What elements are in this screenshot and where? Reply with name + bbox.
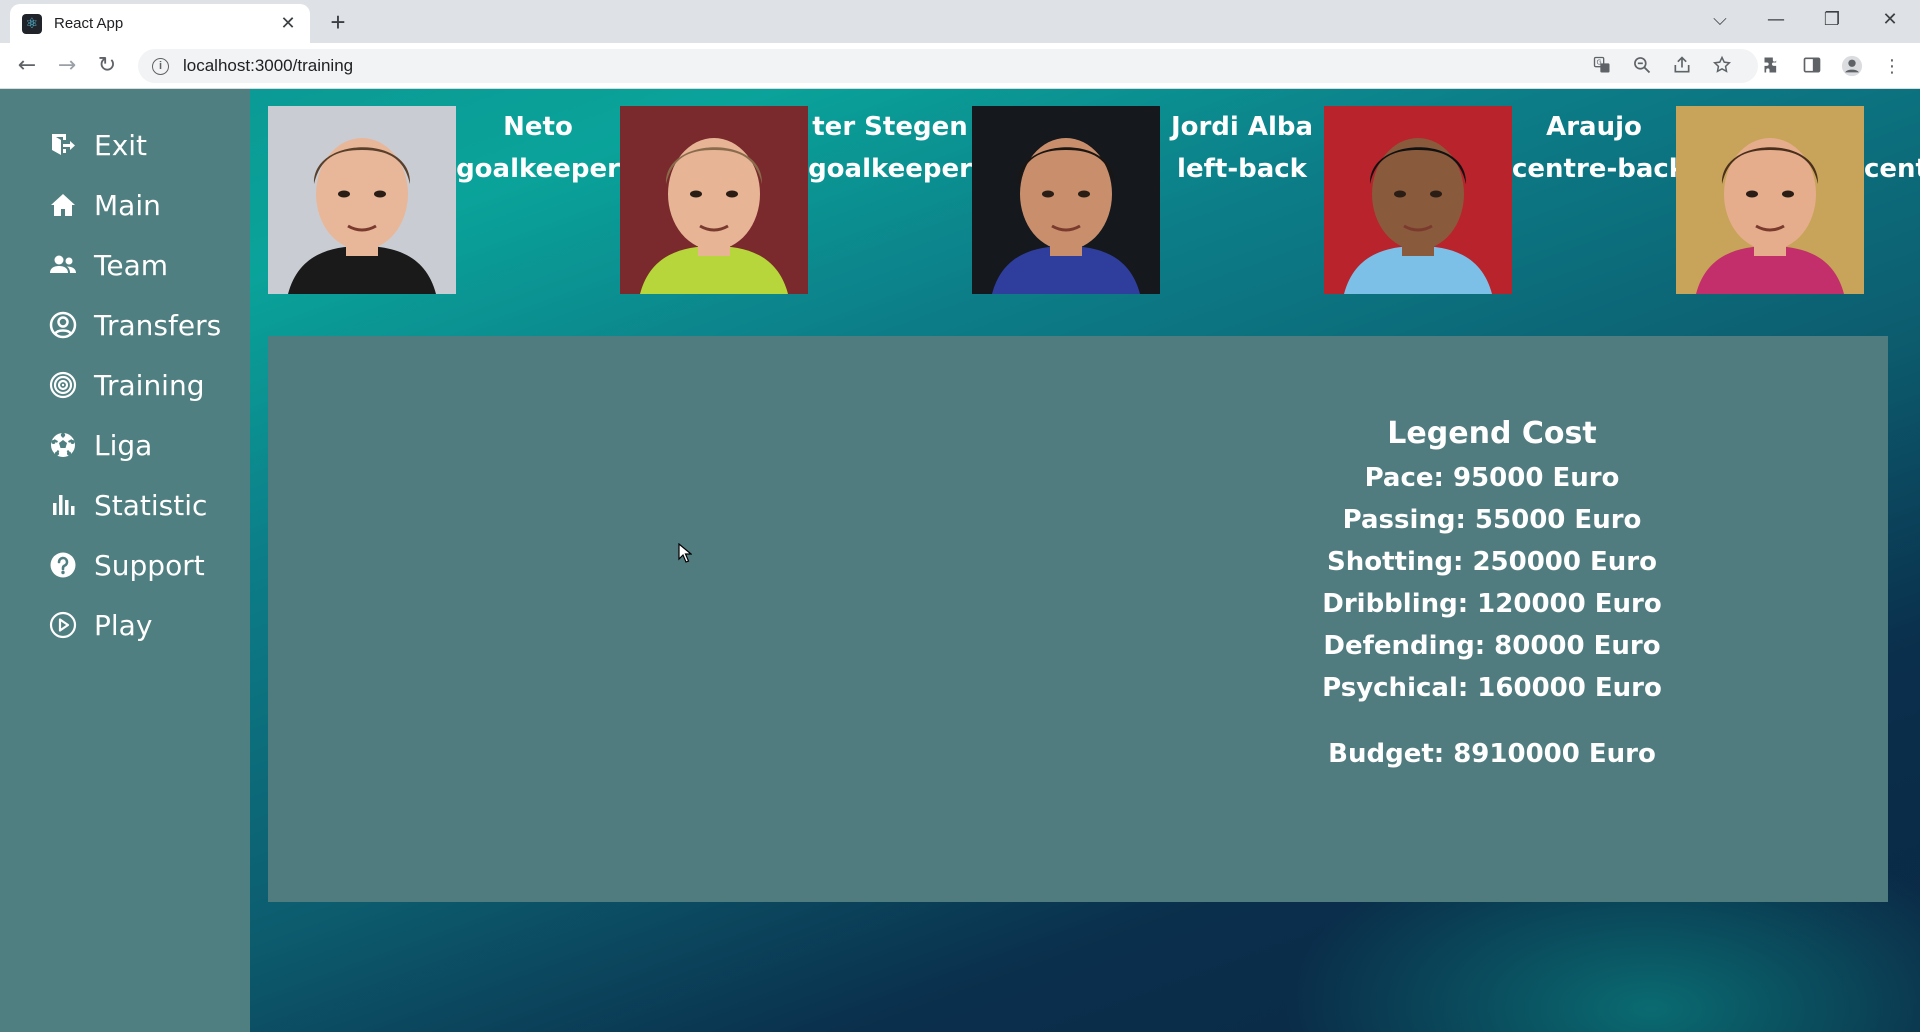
player-position: goalkeeper xyxy=(808,154,972,184)
tab-title: React App xyxy=(54,15,124,32)
browser-toolbar: ← → ↻ i localhost:3000/training G ⋮ xyxy=(0,43,1920,89)
player-eye xyxy=(1430,190,1442,198)
nav-statistic[interactable]: Statistic xyxy=(46,485,207,525)
bar-chart-icon xyxy=(46,488,80,522)
play-icon xyxy=(46,608,80,642)
budget-text: Budget: 8910000 Euro xyxy=(1328,739,1656,769)
player-eye xyxy=(690,190,702,198)
player-photo xyxy=(972,106,1160,294)
nav-support[interactable]: Support xyxy=(46,545,205,585)
side-panel-icon[interactable] xyxy=(1800,55,1824,79)
player-strip: Neto goalkeeper ter Stegen goalkeeper Jo… xyxy=(268,106,1920,296)
player-face xyxy=(316,138,408,250)
url-text: localhost:3000/training xyxy=(183,56,354,75)
nav-team-label: Team xyxy=(94,248,169,282)
minimize-button[interactable]: — xyxy=(1748,0,1804,40)
player-photo xyxy=(620,106,808,294)
player-eye xyxy=(1078,190,1090,198)
target-icon xyxy=(46,368,80,402)
player-eye xyxy=(1782,190,1794,198)
legend-row-dribbling: Dribbling: 120000 Euro xyxy=(1322,589,1662,619)
player-eye xyxy=(374,190,386,198)
help-icon xyxy=(46,548,80,582)
user-circle-icon xyxy=(46,308,80,342)
legend-row-pace: Pace: 95000 Euro xyxy=(1364,463,1620,493)
nav-training[interactable]: Training xyxy=(46,365,204,405)
player-eye xyxy=(1746,190,1758,198)
sidebar: Exit Main Team Transfers Training Liga S… xyxy=(0,89,250,1032)
forward-button[interactable]: → xyxy=(52,51,82,81)
nav-play-label: Play xyxy=(94,608,153,642)
player-name: Araujo xyxy=(1546,112,1642,142)
player-face xyxy=(1372,138,1464,250)
player-position: goalkeeper xyxy=(456,154,620,184)
tab-close-icon[interactable]: ✕ xyxy=(278,13,298,34)
home-icon xyxy=(46,188,80,222)
svg-text:G: G xyxy=(1596,59,1601,67)
exit-icon xyxy=(46,128,80,162)
legend-row-shotting: Shotting: 250000 Euro xyxy=(1327,547,1657,577)
react-favicon-icon: ⚛ xyxy=(22,13,42,34)
nav-statistic-label: Statistic xyxy=(94,488,208,522)
nav-exit-label: Exit xyxy=(94,128,148,162)
bookmark-star-icon[interactable] xyxy=(1710,55,1734,79)
player-eye xyxy=(1042,190,1054,198)
legend-title: Legend Cost xyxy=(1387,416,1597,451)
nav-play[interactable]: Play xyxy=(46,605,152,645)
player-eye xyxy=(726,190,738,198)
nav-transfers-label: Transfers xyxy=(94,308,222,342)
player-photo xyxy=(268,106,456,294)
legend-row-passing: Passing: 55000 Euro xyxy=(1342,505,1642,535)
player-face xyxy=(1724,138,1816,250)
legend-row-defending: Defending: 80000 Euro xyxy=(1323,631,1661,661)
nav-training-label: Training xyxy=(94,368,205,402)
address-bar[interactable]: i localhost:3000/training xyxy=(138,49,1758,83)
player-position: left-back xyxy=(1177,154,1307,184)
nav-main[interactable]: Main xyxy=(46,185,161,225)
zoom-icon[interactable] xyxy=(1630,55,1654,79)
browser-tabstrip: ⚛ React App ✕ + ⌵ — ❐ ✕ xyxy=(0,0,1920,43)
restore-button[interactable]: ❐ xyxy=(1804,0,1860,40)
player-face xyxy=(1020,138,1112,250)
player-eye xyxy=(338,190,350,198)
new-tab-button[interactable]: + xyxy=(322,6,354,38)
player-photo xyxy=(1324,106,1512,294)
legend-row-psychical: Psychical: 160000 Euro xyxy=(1322,673,1662,703)
site-info-icon[interactable]: i xyxy=(152,57,169,75)
nav-transfers[interactable]: Transfers xyxy=(46,305,221,345)
player-eye xyxy=(1394,190,1406,198)
nav-main-label: Main xyxy=(94,188,161,222)
player-name: ter Stegen xyxy=(812,112,968,142)
football-icon xyxy=(46,428,80,462)
player-position: centre-back xyxy=(1512,154,1687,184)
profile-avatar-icon[interactable] xyxy=(1840,55,1864,79)
browser-menu-icon[interactable]: ⋮ xyxy=(1880,55,1904,79)
player-name: Neto xyxy=(503,112,573,142)
back-button[interactable]: ← xyxy=(12,51,42,81)
app-root: Exit Main Team Transfers Training Liga S… xyxy=(0,89,1920,1032)
extensions-icon[interactable] xyxy=(1760,55,1784,79)
player-name: Eric xyxy=(1864,106,1920,148)
nav-liga-label: Liga xyxy=(94,428,153,462)
player-photo xyxy=(1676,106,1864,294)
browser-tab[interactable]: ⚛ React App ✕ xyxy=(10,4,310,43)
nav-support-label: Support xyxy=(94,548,205,582)
reload-button[interactable]: ↻ xyxy=(92,51,122,81)
nav-exit[interactable]: Exit xyxy=(46,125,147,165)
nav-team[interactable]: Team xyxy=(46,245,168,285)
player-name: Jordi Alba xyxy=(1170,112,1314,142)
player-position: centre-back xyxy=(1864,154,1920,184)
team-icon xyxy=(46,248,80,282)
translate-icon[interactable]: G xyxy=(1590,55,1614,79)
share-icon[interactable] xyxy=(1670,55,1694,79)
training-panel: Legend Cost Pace: 95000 Euro Passing: 55… xyxy=(268,336,1888,902)
legend-cost: Legend Cost Pace: 95000 Euro Passing: 55… xyxy=(1312,411,1672,775)
player-face xyxy=(668,138,760,250)
mouse-cursor-icon xyxy=(678,543,692,563)
nav-liga[interactable]: Liga xyxy=(46,425,152,465)
close-window-button[interactable]: ✕ xyxy=(1862,0,1918,40)
training-main: Neto goalkeeper ter Stegen goalkeeper Jo… xyxy=(250,89,1920,1032)
tab-search-icon[interactable]: ⌵ xyxy=(1692,0,1748,40)
